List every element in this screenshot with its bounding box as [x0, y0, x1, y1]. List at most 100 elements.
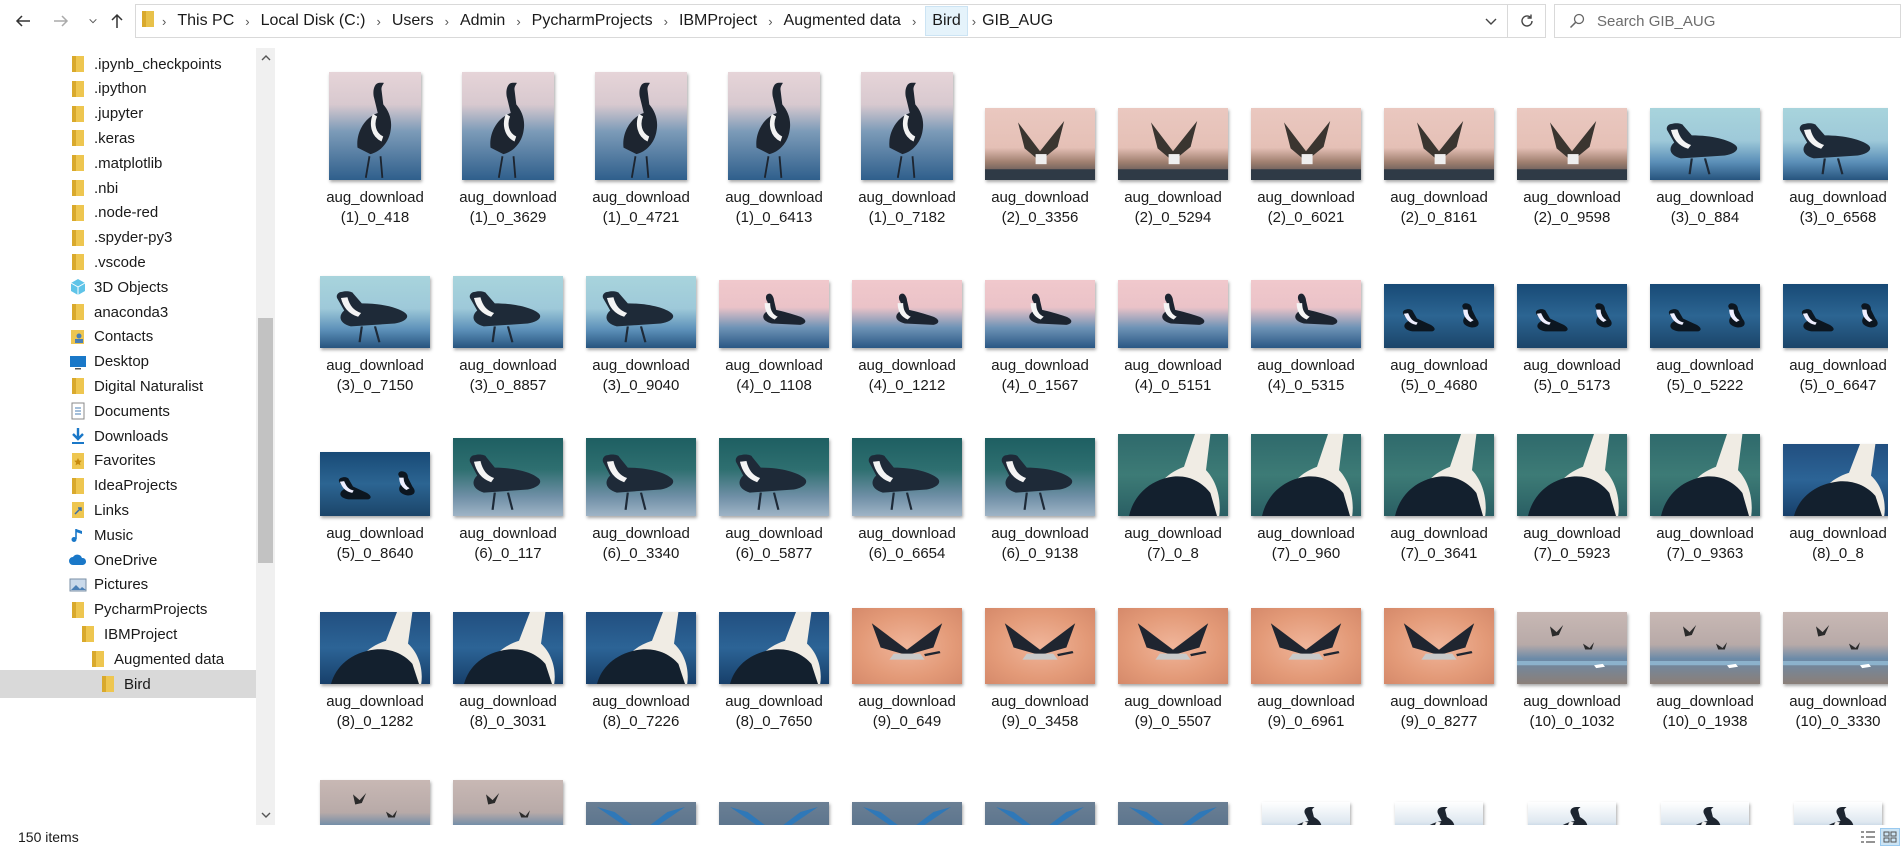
sidebar-item-bird[interactable]: Bird: [0, 670, 256, 698]
file-tile[interactable]: aug_download (1)_0_418: [310, 58, 440, 226]
chevron-right-icon[interactable]: ›: [968, 14, 980, 29]
large-icons-view-button[interactable]: [1880, 828, 1900, 846]
file-tile[interactable]: aug_download (1)_0_4721: [576, 58, 706, 226]
chevron-right-icon[interactable]: ›: [368, 14, 390, 29]
file-tile[interactable]: aug_download (9)_0_6961: [1241, 562, 1371, 730]
file-tile[interactable]: aug_download (3)_0_7150: [310, 226, 440, 394]
address-history-dropdown[interactable]: [1475, 5, 1507, 37]
file-tile[interactable]: aug_download (4)_0_1212: [842, 226, 972, 394]
file-tile[interactable]: aug_download (3)_0_9040: [576, 226, 706, 394]
file-tile[interactable]: aug_download (7)_0_3641: [1374, 394, 1504, 562]
sidebar-item-desktop[interactable]: Desktop: [0, 348, 256, 376]
file-tile[interactable]: aug_download (1)_0_6413: [709, 58, 839, 226]
refresh-button[interactable]: [1508, 4, 1546, 38]
sidebar-item-anaconda3[interactable]: anaconda3: [0, 298, 256, 326]
file-tile[interactable]: aug_download (6)_0_6654: [842, 394, 972, 562]
sidebar-item-ipython[interactable]: .ipython: [0, 75, 256, 103]
file-tile[interactable]: [1507, 730, 1637, 825]
file-tile[interactable]: aug_download (5)_0_4680: [1374, 226, 1504, 394]
file-tile[interactable]: aug_download (8)_0_7226: [576, 562, 706, 730]
sidebar-item-documents[interactable]: Documents: [0, 397, 256, 425]
forward-button[interactable]: [46, 7, 76, 35]
file-tile[interactable]: [842, 730, 972, 825]
file-tile[interactable]: aug_download (7)_0_5923: [1507, 394, 1637, 562]
file-tile[interactable]: [576, 730, 706, 825]
breadcrumb-users[interactable]: Users: [390, 5, 436, 37]
breadcrumb-gib-aug[interactable]: GIB_AUG: [980, 5, 1055, 37]
file-tile[interactable]: aug_download (1)_0_3629: [443, 58, 573, 226]
sidebar-item-pycharmprojects[interactable]: PycharmProjects: [0, 596, 256, 624]
file-tile[interactable]: aug_download (8)_0_8: [1773, 394, 1888, 562]
file-tile[interactable]: aug_download (7)_0_8: [1108, 394, 1238, 562]
up-button[interactable]: [102, 7, 132, 35]
file-tile[interactable]: aug_download (2)_0_5294: [1108, 58, 1238, 226]
file-tile[interactable]: aug_download (10)_0_3330: [1773, 562, 1888, 730]
breadcrumb-pycharmprojects[interactable]: PycharmProjects: [530, 5, 655, 37]
breadcrumb-local-disk[interactable]: Local Disk (C:): [259, 5, 368, 37]
chevron-right-icon[interactable]: ›: [162, 14, 175, 29]
breadcrumb-bird[interactable]: Bird: [925, 6, 968, 36]
breadcrumb-admin[interactable]: Admin: [458, 5, 507, 37]
sidebar-item-links[interactable]: Links: [0, 496, 256, 524]
file-tile[interactable]: aug_download (4)_0_1567: [975, 226, 1105, 394]
scroll-down-icon[interactable]: [256, 805, 275, 825]
file-tile[interactable]: aug_download (6)_0_117: [443, 394, 573, 562]
chevron-right-icon[interactable]: ›: [903, 14, 925, 29]
search-box[interactable]: [1554, 4, 1901, 38]
back-button[interactable]: [8, 7, 38, 35]
sidebar-item-onedrive[interactable]: OneDrive: [0, 546, 256, 574]
sidebar-item-ibmproject[interactable]: IBMProject: [0, 620, 256, 648]
file-tile[interactable]: [709, 730, 839, 825]
sidebar-item-matplotlib[interactable]: .matplotlib: [0, 149, 256, 177]
file-tile[interactable]: [975, 730, 1105, 825]
file-tile[interactable]: aug_download (8)_0_7650: [709, 562, 839, 730]
chevron-right-icon[interactable]: ›: [236, 14, 258, 29]
file-tile[interactable]: aug_download (2)_0_3356: [975, 58, 1105, 226]
file-tile[interactable]: aug_download (9)_0_8277: [1374, 562, 1504, 730]
address-bar[interactable]: › This PC › Local Disk (C:) › Users › Ad…: [135, 4, 1508, 38]
file-tile[interactable]: aug_download (6)_0_9138: [975, 394, 1105, 562]
file-tile[interactable]: aug_download (3)_0_6568: [1773, 58, 1888, 226]
file-tile[interactable]: [443, 730, 573, 825]
sidebar-item-nbi[interactable]: .nbi: [0, 174, 256, 202]
sidebar-item-music[interactable]: Music: [0, 521, 256, 549]
file-tile[interactable]: aug_download (5)_0_5173: [1507, 226, 1637, 394]
chevron-right-icon[interactable]: ›: [759, 14, 781, 29]
sidebar-item-contacts[interactable]: Contacts: [0, 323, 256, 351]
sidebar-item-3d-objects[interactable]: 3D Objects: [0, 273, 256, 301]
sidebar-item-favorites[interactable]: Favorites: [0, 447, 256, 475]
search-input[interactable]: [1597, 12, 1877, 30]
file-tile[interactable]: aug_download (8)_0_1282: [310, 562, 440, 730]
chevron-right-icon[interactable]: ›: [655, 14, 677, 29]
sidebar-item-ipynb-checkpoints[interactable]: .ipynb_checkpoints: [0, 50, 256, 78]
sidebar-item-vscode[interactable]: .vscode: [0, 248, 256, 276]
file-tile[interactable]: aug_download (8)_0_3031: [443, 562, 573, 730]
file-tile[interactable]: aug_download (4)_0_5151: [1108, 226, 1238, 394]
file-tile[interactable]: aug_download (10)_0_1032: [1507, 562, 1637, 730]
file-tile[interactable]: aug_download (7)_0_960: [1241, 394, 1371, 562]
file-tile[interactable]: [310, 730, 440, 825]
file-tile[interactable]: aug_download (7)_0_9363: [1640, 394, 1770, 562]
file-tile[interactable]: aug_download (2)_0_6021: [1241, 58, 1371, 226]
file-tile[interactable]: aug_download (10)_0_1938: [1640, 562, 1770, 730]
file-tile[interactable]: aug_download (9)_0_5507: [1108, 562, 1238, 730]
file-tile[interactable]: [1241, 730, 1371, 825]
file-tile[interactable]: aug_download (2)_0_8161: [1374, 58, 1504, 226]
file-tile[interactable]: [1108, 730, 1238, 825]
sidebar-item-digital-naturalist[interactable]: Digital Naturalist: [0, 372, 256, 400]
file-tile[interactable]: aug_download (3)_0_884: [1640, 58, 1770, 226]
sidebar-item-augmented-data[interactable]: Augmented data: [0, 645, 256, 673]
file-tile[interactable]: aug_download (5)_0_8640: [310, 394, 440, 562]
sidebar-item-downloads[interactable]: Downloads: [0, 422, 256, 450]
file-tile[interactable]: aug_download (9)_0_3458: [975, 562, 1105, 730]
file-tile[interactable]: aug_download (4)_0_1108: [709, 226, 839, 394]
file-tile[interactable]: aug_download (5)_0_6647: [1773, 226, 1888, 394]
sidebar-item-node-red[interactable]: .node-red: [0, 199, 256, 227]
scrollbar-thumb[interactable]: [258, 318, 273, 563]
breadcrumb-augmented-data[interactable]: Augmented data: [782, 5, 903, 37]
chevron-right-icon[interactable]: ›: [436, 14, 458, 29]
file-tile[interactable]: aug_download (6)_0_5877: [709, 394, 839, 562]
sidebar-scrollbar[interactable]: [256, 48, 275, 825]
file-tile[interactable]: aug_download (6)_0_3340: [576, 394, 706, 562]
details-view-button[interactable]: [1858, 828, 1878, 846]
